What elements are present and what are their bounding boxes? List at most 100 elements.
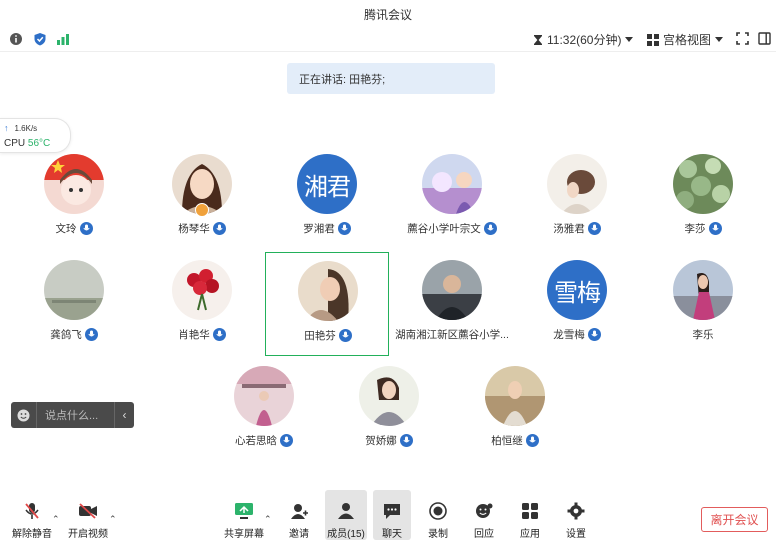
participant-name: 汤雅君 bbox=[553, 223, 585, 235]
apps-button[interactable]: 应用 bbox=[511, 490, 549, 540]
microphone-icon bbox=[84, 328, 98, 341]
participant-name-row: 龙雪梅 bbox=[515, 327, 639, 342]
invite-button[interactable]: 邀请 bbox=[280, 490, 318, 540]
microphone-icon bbox=[337, 222, 351, 235]
camera-off-icon bbox=[79, 503, 97, 519]
participant-name-row: 文玲 bbox=[12, 221, 136, 236]
bottom-toolbar: 解除静音 ⌃ 开启视频 ⌃ 共享屏幕 ⌃ 邀请 成员(15) 聊天 录制 回应 … bbox=[0, 490, 776, 542]
participant-name: 文玲 bbox=[55, 223, 77, 235]
participant-name-row: 肖艳华 bbox=[140, 327, 264, 342]
participant-tile[interactable]: 李莎 bbox=[641, 146, 765, 250]
grid-view-icon bbox=[647, 33, 659, 46]
avatar: 湘君 bbox=[297, 154, 357, 214]
participant-tile[interactable]: 龚鸽飞 bbox=[12, 252, 136, 356]
participant-name: 湖南湘江新区藨谷小学... bbox=[395, 329, 509, 341]
participant-tile[interactable]: 文玲 bbox=[12, 146, 136, 250]
record-icon bbox=[429, 502, 447, 520]
participant-name: 龚鸽飞 bbox=[50, 329, 82, 341]
participant-tile[interactable]: 柏恒继 bbox=[453, 358, 577, 462]
participant-name: 罗湘君 bbox=[303, 223, 335, 235]
participant-tile[interactable]: 藨谷小学叶宗文 bbox=[390, 146, 514, 250]
share-screen-icon bbox=[235, 503, 253, 519]
chevron-up-icon[interactable]: ⌃ bbox=[109, 514, 117, 525]
invite-icon bbox=[291, 504, 308, 519]
microphone-icon bbox=[587, 328, 601, 341]
participant-tile[interactable]: 贺娇娜 bbox=[327, 358, 451, 462]
chat-input[interactable]: 说点什么... ‹ bbox=[11, 402, 134, 428]
participant-tile[interactable]: 湘君 罗湘君 bbox=[265, 146, 389, 250]
participant-tile[interactable]: 杨琴华 bbox=[140, 146, 264, 250]
participant-name-row: 罗湘君 bbox=[265, 221, 389, 236]
start-video-button[interactable]: 开启视频 bbox=[66, 490, 110, 540]
speaking-text: 正在讲话: 田艳芬; bbox=[299, 73, 386, 86]
microphone-icon bbox=[212, 222, 226, 235]
signal-icon[interactable] bbox=[56, 32, 70, 46]
fullscreen-icon[interactable] bbox=[736, 32, 749, 45]
participant-name: 李乐 bbox=[692, 329, 714, 341]
participant-tile[interactable]: 汤雅君 bbox=[515, 146, 639, 250]
chevron-up-icon[interactable]: ⌃ bbox=[52, 514, 60, 525]
chat-icon bbox=[384, 504, 400, 519]
microphone-icon bbox=[280, 434, 293, 447]
participant-tile-active-speaker[interactable]: 田艳芬 bbox=[265, 252, 389, 356]
emoji-icon[interactable] bbox=[11, 402, 37, 428]
gear-icon bbox=[567, 502, 585, 520]
reaction-button[interactable]: 回应 bbox=[465, 490, 503, 540]
settings-button[interactable]: 设置 bbox=[557, 490, 595, 540]
view-label: 宫格视图 bbox=[663, 33, 712, 47]
participant-tile[interactable]: 雪梅 龙雪梅 bbox=[515, 252, 639, 356]
participant-tile[interactable]: 肖艳华 bbox=[140, 252, 264, 356]
participant-name-row: 藨谷小学叶宗文 bbox=[390, 221, 514, 236]
chevron-up-icon[interactable]: ⌃ bbox=[264, 514, 272, 525]
arrow-up-icon: ↑ bbox=[4, 123, 9, 133]
microphone-icon bbox=[338, 329, 352, 342]
chat-button[interactable]: 聊天 bbox=[373, 490, 411, 540]
meeting-timer[interactable]: 11:32(60分钟) bbox=[533, 31, 634, 48]
participant-tile[interactable]: 湖南湘江新区藨谷小学... bbox=[390, 252, 514, 356]
participant-name-row: 李乐 bbox=[641, 327, 765, 342]
participant-tile[interactable]: 李乐 bbox=[641, 252, 765, 356]
participant-name: 李莎 bbox=[684, 223, 706, 235]
participant-tile[interactable]: 心若思晗 bbox=[202, 358, 326, 462]
avatar bbox=[673, 154, 733, 214]
reaction-icon bbox=[476, 503, 493, 518]
avatar bbox=[422, 154, 482, 214]
view-selector[interactable]: 宫格视图 bbox=[647, 31, 724, 48]
avatar: 雪梅 bbox=[547, 260, 607, 320]
hourglass-icon bbox=[534, 34, 542, 45]
participant-name-row: 田艳芬 bbox=[266, 328, 390, 343]
chevron-left-icon[interactable]: ‹ bbox=[114, 402, 134, 428]
microphone-icon bbox=[525, 434, 539, 447]
shield-icon[interactable] bbox=[33, 32, 47, 46]
avatar bbox=[234, 366, 294, 426]
participant-name: 贺娇娜 bbox=[365, 435, 397, 447]
info-icon[interactable] bbox=[9, 32, 23, 46]
participant-name-row: 心若思晗 bbox=[202, 433, 326, 448]
chevron-down-icon bbox=[625, 36, 634, 42]
leave-meeting-button[interactable]: 离开会议 bbox=[701, 507, 768, 532]
share-screen-button[interactable]: 共享屏幕 bbox=[222, 490, 266, 540]
window-title: 腾讯会议 bbox=[363, 8, 412, 22]
members-button[interactable]: 成员(15) bbox=[325, 490, 367, 540]
sidebar-toggle-icon[interactable] bbox=[758, 32, 771, 45]
participant-name-row: 李莎 bbox=[641, 221, 765, 236]
members-icon bbox=[338, 503, 354, 519]
participant-name: 杨琴华 bbox=[178, 223, 210, 235]
unmute-button[interactable]: 解除静音 bbox=[10, 490, 54, 540]
participant-name-row: 杨琴华 bbox=[140, 221, 264, 236]
microphone-icon bbox=[483, 222, 497, 235]
participant-name-row: 龚鸽飞 bbox=[12, 327, 136, 342]
microphone-icon bbox=[212, 328, 226, 341]
participant-name: 肖艳华 bbox=[178, 329, 210, 341]
apps-icon bbox=[522, 503, 538, 519]
speaking-indicator: 正在讲话: 田艳芬; bbox=[287, 63, 495, 94]
chat-placeholder[interactable]: 说点什么... bbox=[37, 407, 114, 423]
avatar bbox=[673, 260, 733, 320]
participant-name-row: 汤雅君 bbox=[515, 221, 639, 236]
record-button[interactable]: 录制 bbox=[419, 490, 457, 540]
microphone-icon bbox=[399, 434, 413, 447]
avatar bbox=[359, 366, 419, 426]
avatar bbox=[485, 366, 545, 426]
participant-name: 龙雪梅 bbox=[553, 329, 585, 341]
participant-name: 藨谷小学叶宗文 bbox=[407, 223, 481, 235]
